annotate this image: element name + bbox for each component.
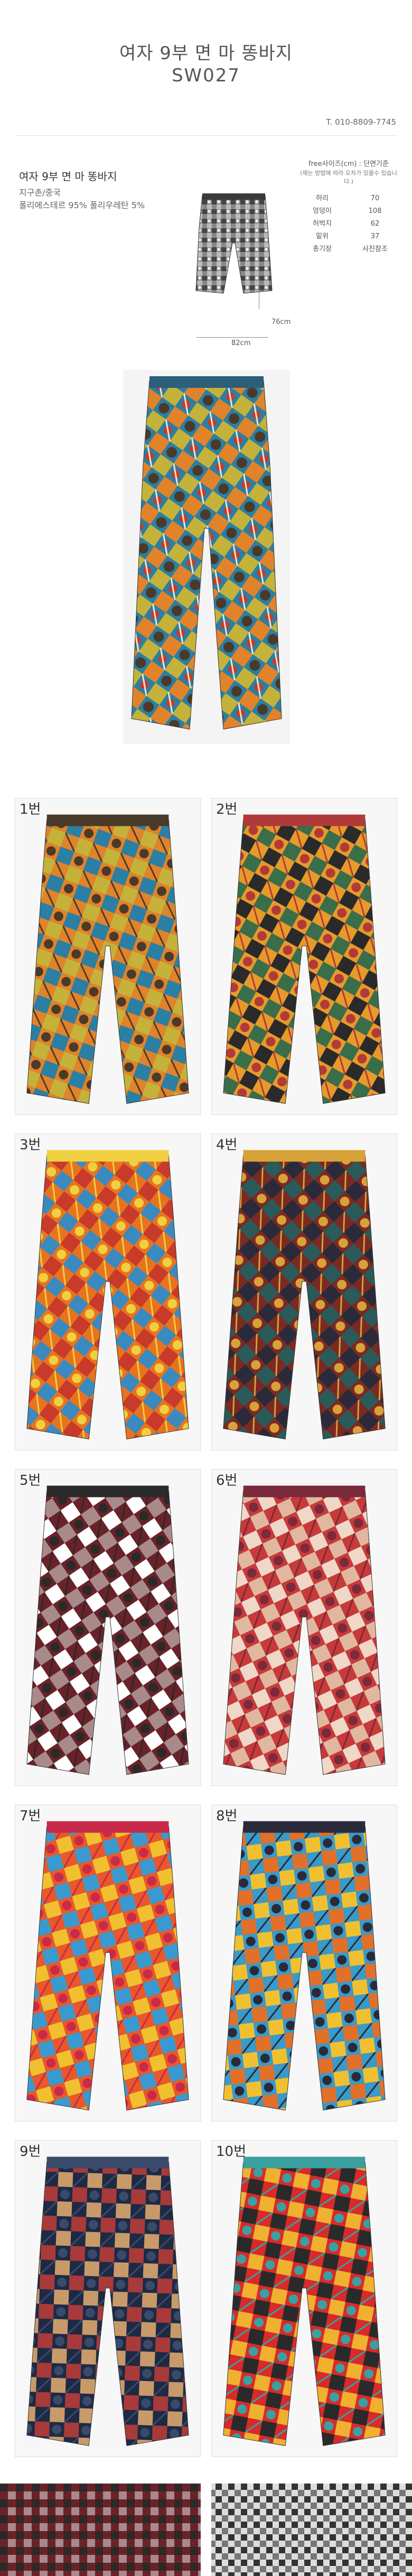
width-dimension-label: 82cm bbox=[231, 339, 251, 347]
patchwork-pants-image bbox=[15, 1134, 200, 1450]
product-code: SW027 bbox=[171, 65, 241, 86]
size-label: 총기장 bbox=[313, 245, 332, 253]
variant-label: 4번 bbox=[216, 1137, 238, 1153]
product-info: 여자 9부 면 마 똥바지 지구촌/중국 폴리에스테르 95% 폴리우레탄 5% bbox=[19, 168, 177, 212]
size-chart: free사이즈(cm) : 단면기준 (재는 방법에 따라 오차가 있을수 있습… bbox=[296, 160, 401, 256]
variant-photo-3: 3번 bbox=[15, 1133, 201, 1450]
height-dimension-label: 76cm bbox=[271, 318, 291, 326]
patchwork-pants-image bbox=[212, 2141, 397, 2457]
variant-label: 2번 bbox=[216, 802, 238, 817]
variant-photo-6: 6번 bbox=[211, 1469, 397, 1786]
variant-photo-2: 2번 bbox=[211, 798, 397, 1115]
variant-photo-5: 5번 bbox=[15, 1469, 201, 1786]
size-value: 37 bbox=[370, 233, 380, 240]
variant-label: 6번 bbox=[216, 1473, 238, 1489]
variant-photo-10: 10번 bbox=[211, 2140, 397, 2457]
variant-label: 7번 bbox=[20, 1808, 41, 1824]
size-label: 허리 bbox=[316, 194, 329, 202]
detail-photo-strip bbox=[0, 2484, 412, 2576]
size-chart-note: (재는 방법에 따라 오차가 있을수 있습니다.) bbox=[300, 170, 397, 185]
variant-label: 5번 bbox=[20, 1473, 41, 1489]
pants-diagram-icon bbox=[195, 193, 273, 294]
size-label: 엉덩이 bbox=[313, 207, 332, 215]
variant-label: 1번 bbox=[20, 802, 41, 817]
size-diagram-image bbox=[193, 190, 275, 301]
size-row: 허벅지 62 bbox=[296, 218, 401, 230]
page-header: 여자 9부 면 마 똥바지 SW027 T. 010-8809-7745 bbox=[0, 0, 412, 143]
patchwork-pants-image bbox=[212, 1134, 397, 1450]
variant-photo-4: 4번 bbox=[211, 1133, 397, 1450]
size-label: 밑위 bbox=[316, 233, 329, 240]
variant-photo-8: 8번 bbox=[211, 1805, 397, 2122]
product-material: 폴리에스테르 95% 폴리우레탄 5% bbox=[19, 200, 145, 210]
variant-label: 10번 bbox=[216, 2144, 247, 2160]
variant-label: 9번 bbox=[20, 2144, 41, 2160]
size-row: 밑위 37 bbox=[296, 230, 401, 243]
variant-photo-1: 1번 bbox=[15, 798, 201, 1115]
patchwork-pants-image bbox=[15, 1470, 200, 1785]
product-origin: 지구촌/중국 bbox=[19, 188, 61, 198]
variant-label: 8번 bbox=[216, 1808, 238, 1824]
patchwork-pants-image bbox=[15, 1805, 200, 2121]
patchwork-pants-image bbox=[212, 1805, 397, 2121]
size-value: 108 bbox=[368, 207, 382, 215]
size-row: 엉덩이 108 bbox=[296, 205, 401, 218]
header-divider bbox=[15, 135, 397, 136]
size-row: 허리 70 bbox=[296, 192, 401, 205]
phone-number: T. 010-8809-7745 bbox=[326, 117, 396, 127]
page-title: 여자 9부 면 마 똥바지 bbox=[119, 43, 293, 64]
product-name: 여자 9부 면 마 똥바지 bbox=[19, 170, 117, 183]
size-value: 62 bbox=[370, 220, 380, 228]
size-chart-heading: free사이즈(cm) : 단면기준 bbox=[308, 160, 389, 168]
fabric-detail-image bbox=[0, 2484, 412, 2576]
patchwork-pants-image bbox=[212, 1470, 397, 1785]
variant-photo-7: 7번 bbox=[15, 1805, 201, 2122]
size-value: 사진참조 bbox=[362, 245, 388, 253]
patchwork-pants-image bbox=[212, 798, 397, 1114]
width-dimension-line bbox=[196, 337, 268, 338]
size-row: 총기장 사진참조 bbox=[296, 243, 401, 256]
patchwork-pants-image bbox=[15, 2141, 200, 2457]
variant-label: 3번 bbox=[20, 1137, 41, 1153]
size-value: 70 bbox=[370, 194, 380, 202]
main-product-photo bbox=[123, 370, 290, 744]
size-label: 허벅지 bbox=[313, 220, 332, 228]
patchwork-pants-image bbox=[123, 370, 290, 744]
patchwork-pants-image bbox=[15, 798, 200, 1114]
variant-photo-9: 9번 bbox=[15, 2140, 201, 2457]
